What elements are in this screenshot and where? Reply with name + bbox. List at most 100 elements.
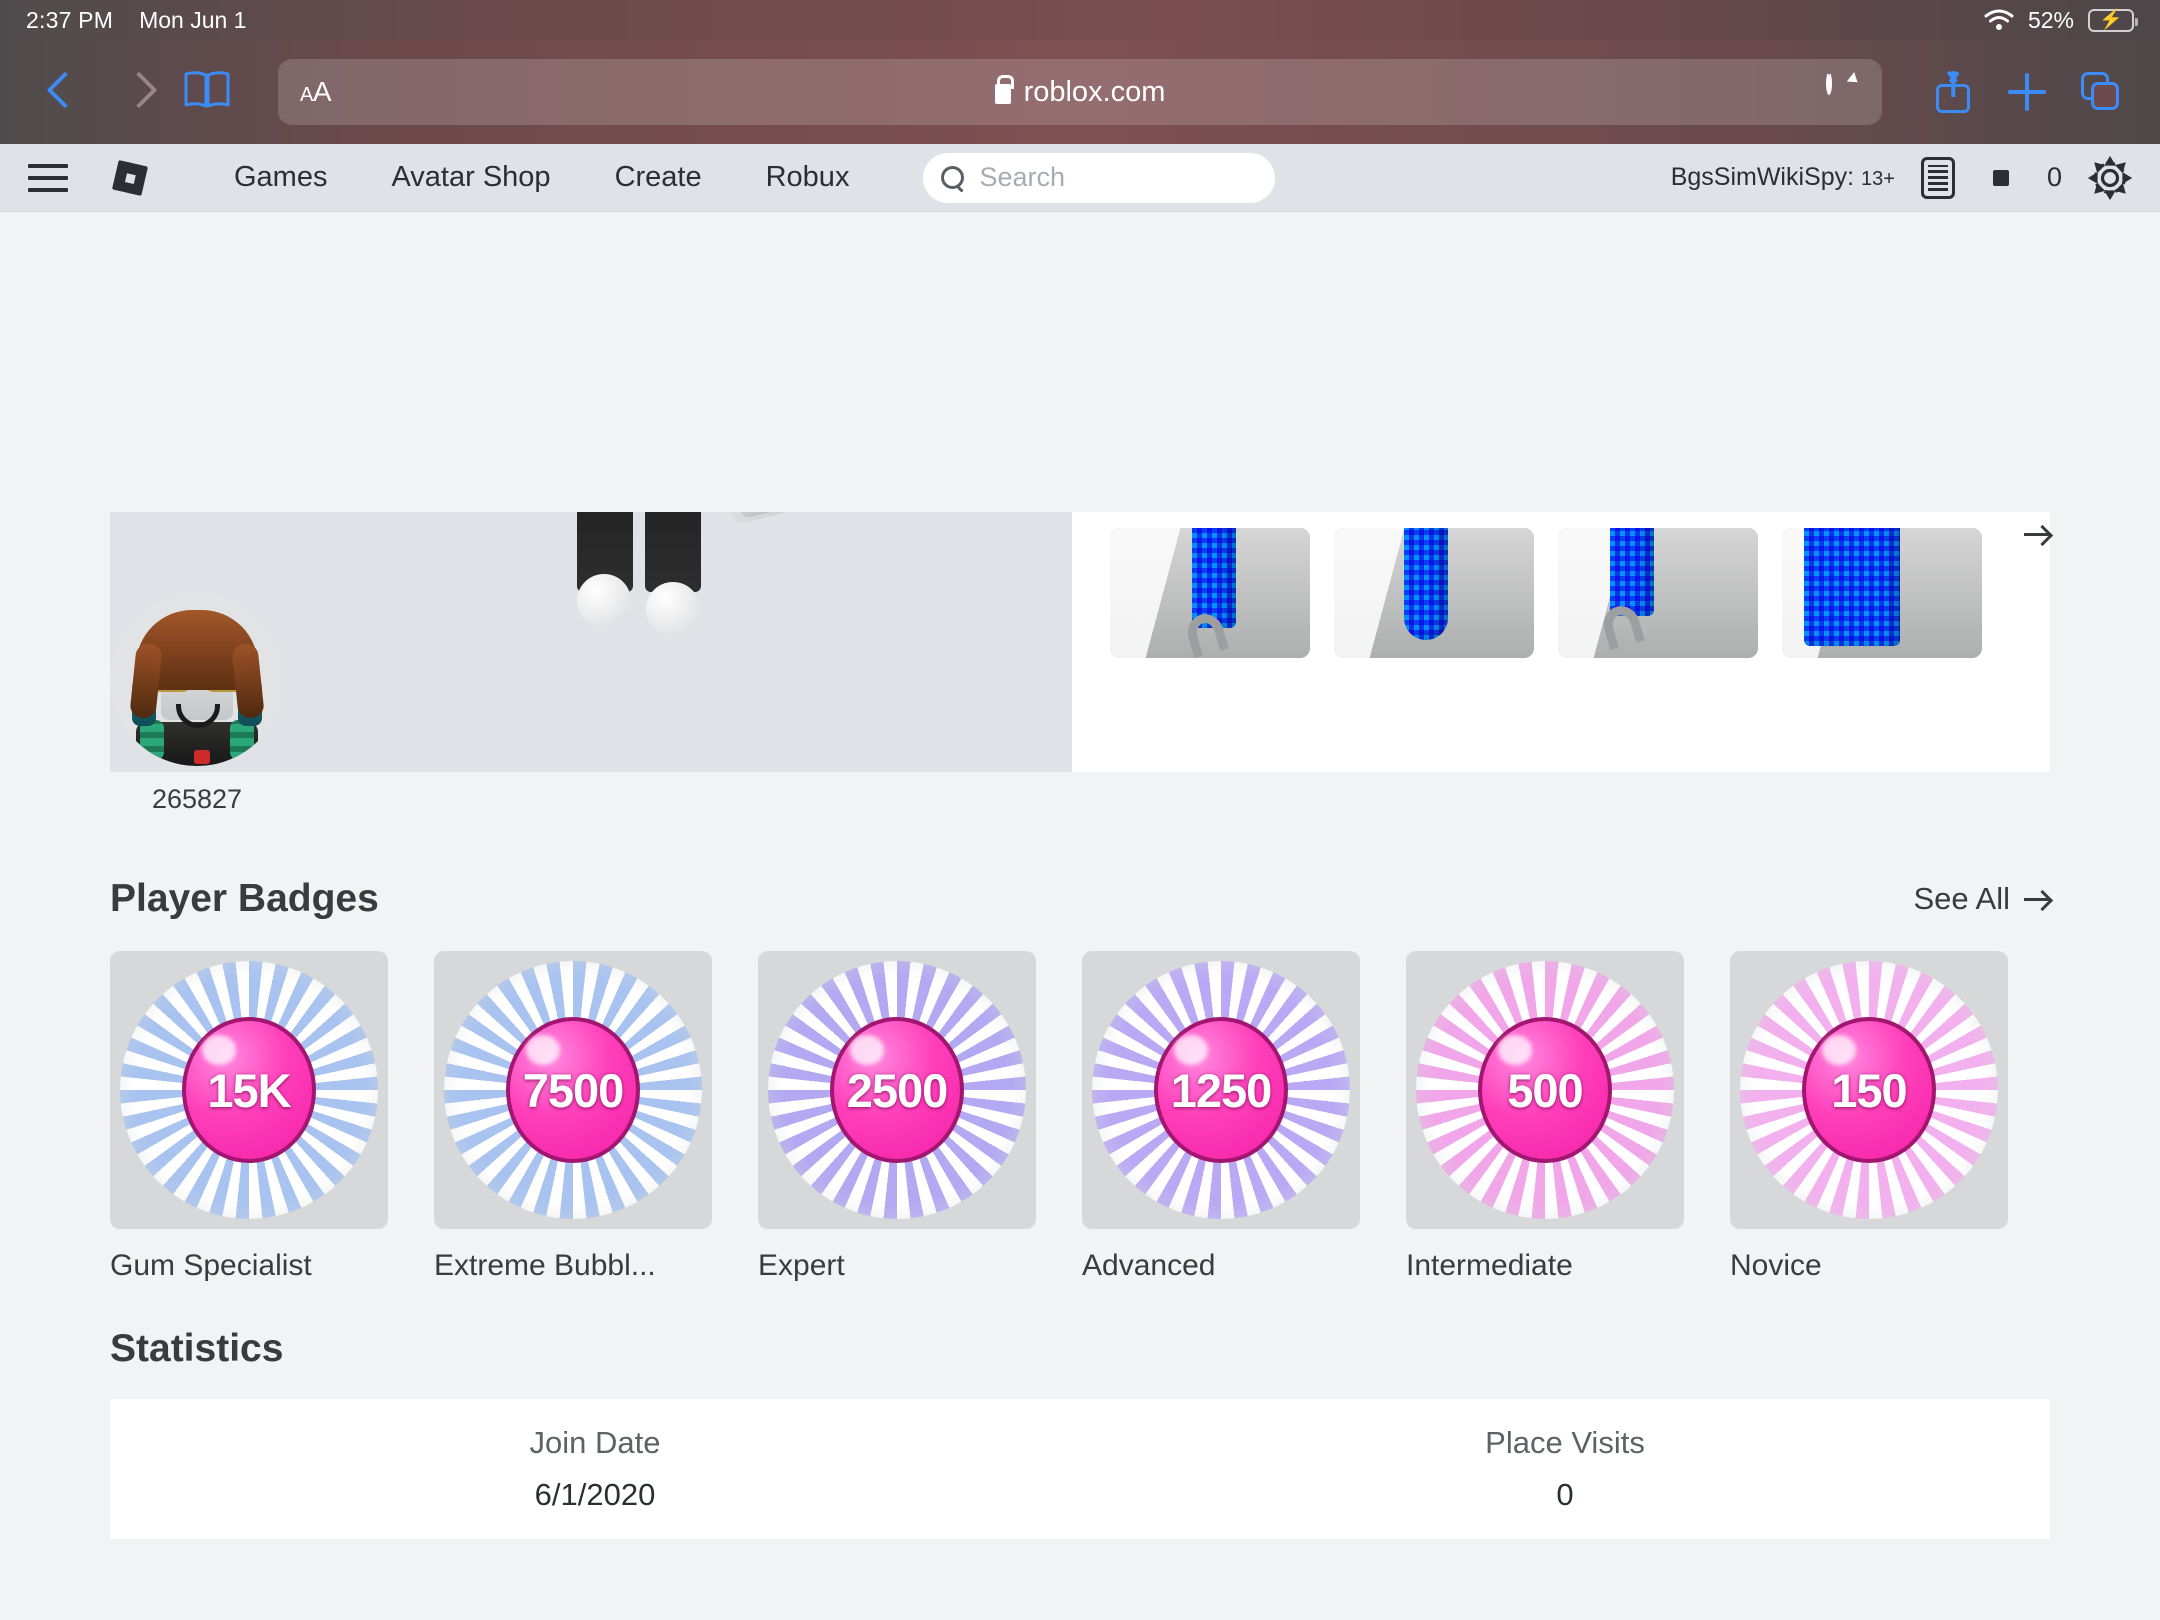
- nav-link-create[interactable]: Create: [583, 161, 734, 194]
- badge-label: Novice: [1730, 1249, 1822, 1282]
- avatar-thumbnail[interactable]: [1782, 528, 1982, 658]
- age-rating-label: 13+: [1861, 168, 1895, 190]
- show-tabs-button[interactable]: [2064, 55, 2138, 129]
- url-text: roblox.com: [1023, 75, 1166, 108]
- back-button[interactable]: [22, 55, 96, 129]
- avatar-thumbnail-strip: [1072, 512, 2050, 772]
- list-item[interactable]: 500 Intermediate: [1406, 951, 1684, 1283]
- bookmarks-button[interactable]: [170, 55, 244, 129]
- gear-icon[interactable]: [2088, 155, 2132, 200]
- badge-art: 2500: [768, 961, 1026, 1219]
- badge-tile[interactable]: 2500: [758, 951, 1036, 1229]
- badge-number: 1250: [1170, 1063, 1273, 1117]
- badge-number: 500: [1507, 1063, 1583, 1117]
- badge-label: Extreme Bubbl...: [434, 1249, 656, 1282]
- roblox-navbar: Games Avatar Shop Create Robux Search Bg…: [0, 144, 2160, 212]
- stat-value: 6/1/2020: [534, 1477, 656, 1512]
- status-bar-time: 2:37 PM: [26, 6, 114, 33]
- status-bar-right: 52% ⚡: [1984, 6, 2138, 34]
- badge-tile[interactable]: 7500: [434, 951, 712, 1229]
- status-bar-date: Mon Jun 1: [139, 6, 247, 33]
- browser-toolbar: AA roblox.com: [0, 40, 2160, 144]
- search-input[interactable]: Search: [923, 152, 1276, 203]
- robux-icon[interactable]: [1981, 156, 2021, 200]
- reload-icon: [1826, 72, 1832, 95]
- stat-place-visits: Place Visits 0: [1080, 1399, 2050, 1539]
- badge-number: 7500: [522, 1063, 625, 1117]
- avatar-thumbnail[interactable]: [1558, 528, 1758, 658]
- ios-status-bar: 2:37 PM Mon Jun 1 52% ⚡: [0, 0, 2160, 40]
- badges-see-all-link[interactable]: See All: [1913, 881, 2050, 917]
- new-tab-button[interactable]: [1990, 55, 2064, 129]
- statistics-card: Join Date 6/1/2020 Place Visits 0: [110, 1399, 2050, 1539]
- player-badges-section-header: Player Badges See All: [0, 877, 2160, 921]
- tabs-icon: [2081, 72, 2121, 112]
- badge-oval: 15K: [182, 1017, 316, 1163]
- badge-oval: 1250: [1154, 1017, 1288, 1163]
- hamburger-menu-icon[interactable]: [28, 163, 68, 192]
- badge-art: 15K: [120, 961, 378, 1219]
- friend-avatar[interactable]: [110, 592, 284, 766]
- player-badges-list: 15K Gum Specialist 7500 Extreme Bubbl...: [0, 921, 2160, 1283]
- badge-tile[interactable]: 150: [1730, 951, 2008, 1229]
- list-item[interactable]: 150 Novice: [1730, 951, 2008, 1283]
- username-label: BgsSimWikiSpy: 13+: [1670, 163, 1895, 191]
- battery-percent: 52%: [2027, 6, 2074, 33]
- badge-oval: 7500: [506, 1017, 640, 1163]
- search-icon: [941, 165, 965, 190]
- badge-oval: 150: [1802, 1017, 1936, 1163]
- badge-number: 150: [1831, 1063, 1907, 1117]
- avatar-legs-graphic: [505, 512, 802, 702]
- list-item[interactable]: 15K Gum Specialist: [110, 951, 388, 1283]
- see-all-label: See All: [1913, 881, 2010, 916]
- badge-label: Advanced: [1082, 1249, 1216, 1282]
- avatar-thumbnail[interactable]: [1334, 528, 1534, 658]
- chevron-left-icon: [48, 73, 70, 111]
- badge-tile[interactable]: 500: [1406, 951, 1684, 1229]
- nav-link-games[interactable]: Games: [202, 161, 359, 194]
- badge-oval: 2500: [830, 1017, 964, 1163]
- share-icon: [1936, 71, 1970, 113]
- badge-oval: 500: [1478, 1017, 1612, 1163]
- badge-label: Gum Specialist: [110, 1249, 312, 1282]
- feed-list-icon[interactable]: [1920, 156, 1955, 199]
- wifi-icon: [1984, 9, 2014, 31]
- badge-label: Expert: [758, 1249, 845, 1282]
- plus-icon: [2008, 73, 2046, 111]
- address-bar[interactable]: AA roblox.com: [278, 59, 1882, 125]
- statistics-section-header: Statistics: [0, 1283, 2160, 1371]
- badge-tile[interactable]: 1250: [1082, 951, 1360, 1229]
- text-size-button[interactable]: AA: [300, 76, 332, 108]
- badge-art: 150: [1740, 961, 1998, 1219]
- lock-icon: [994, 74, 1015, 104]
- friend-username: 265827: [151, 784, 243, 814]
- list-item[interactable]: 2500 Expert: [758, 951, 1036, 1283]
- share-button[interactable]: [1916, 55, 1990, 129]
- navbar-right-group: BgsSimWikiSpy: 13+ 0: [1670, 155, 2132, 200]
- arrow-right-icon: [2024, 890, 2050, 908]
- badge-number: 15K: [207, 1063, 291, 1117]
- battery-charging-icon: ⚡: [2088, 8, 2138, 32]
- list-item[interactable]: 1250 Advanced: [1082, 951, 1360, 1283]
- book-icon: [183, 70, 231, 115]
- url-display: roblox.com: [278, 74, 1882, 109]
- badge-number: 2500: [846, 1063, 949, 1117]
- list-item[interactable]: 7500 Extreme Bubbl...: [434, 951, 712, 1283]
- badge-tile[interactable]: 15K: [110, 951, 388, 1229]
- statistics-title: Statistics: [110, 1327, 284, 1370]
- robux-amount: 0: [2046, 162, 2062, 192]
- badge-label: Intermediate: [1406, 1249, 1573, 1282]
- player-badges-title: Player Badges: [110, 877, 379, 920]
- stat-label: Place Visits: [1485, 1425, 1645, 1460]
- nav-link-avatar-shop[interactable]: Avatar Shop: [359, 161, 582, 194]
- list-item[interactable]: 265827: [110, 592, 284, 815]
- avatar-thumbnail[interactable]: [1110, 528, 1310, 658]
- stat-value: 0: [1556, 1477, 1574, 1512]
- stat-label: Join Date: [529, 1425, 661, 1460]
- forward-button[interactable]: [96, 55, 170, 129]
- nav-link-robux[interactable]: Robux: [734, 161, 882, 194]
- reload-button[interactable]: [1826, 72, 1862, 109]
- roblox-logo-icon[interactable]: [110, 158, 150, 198]
- badge-art: 1250: [1092, 961, 1350, 1219]
- stat-join-date: Join Date 6/1/2020: [110, 1399, 1080, 1539]
